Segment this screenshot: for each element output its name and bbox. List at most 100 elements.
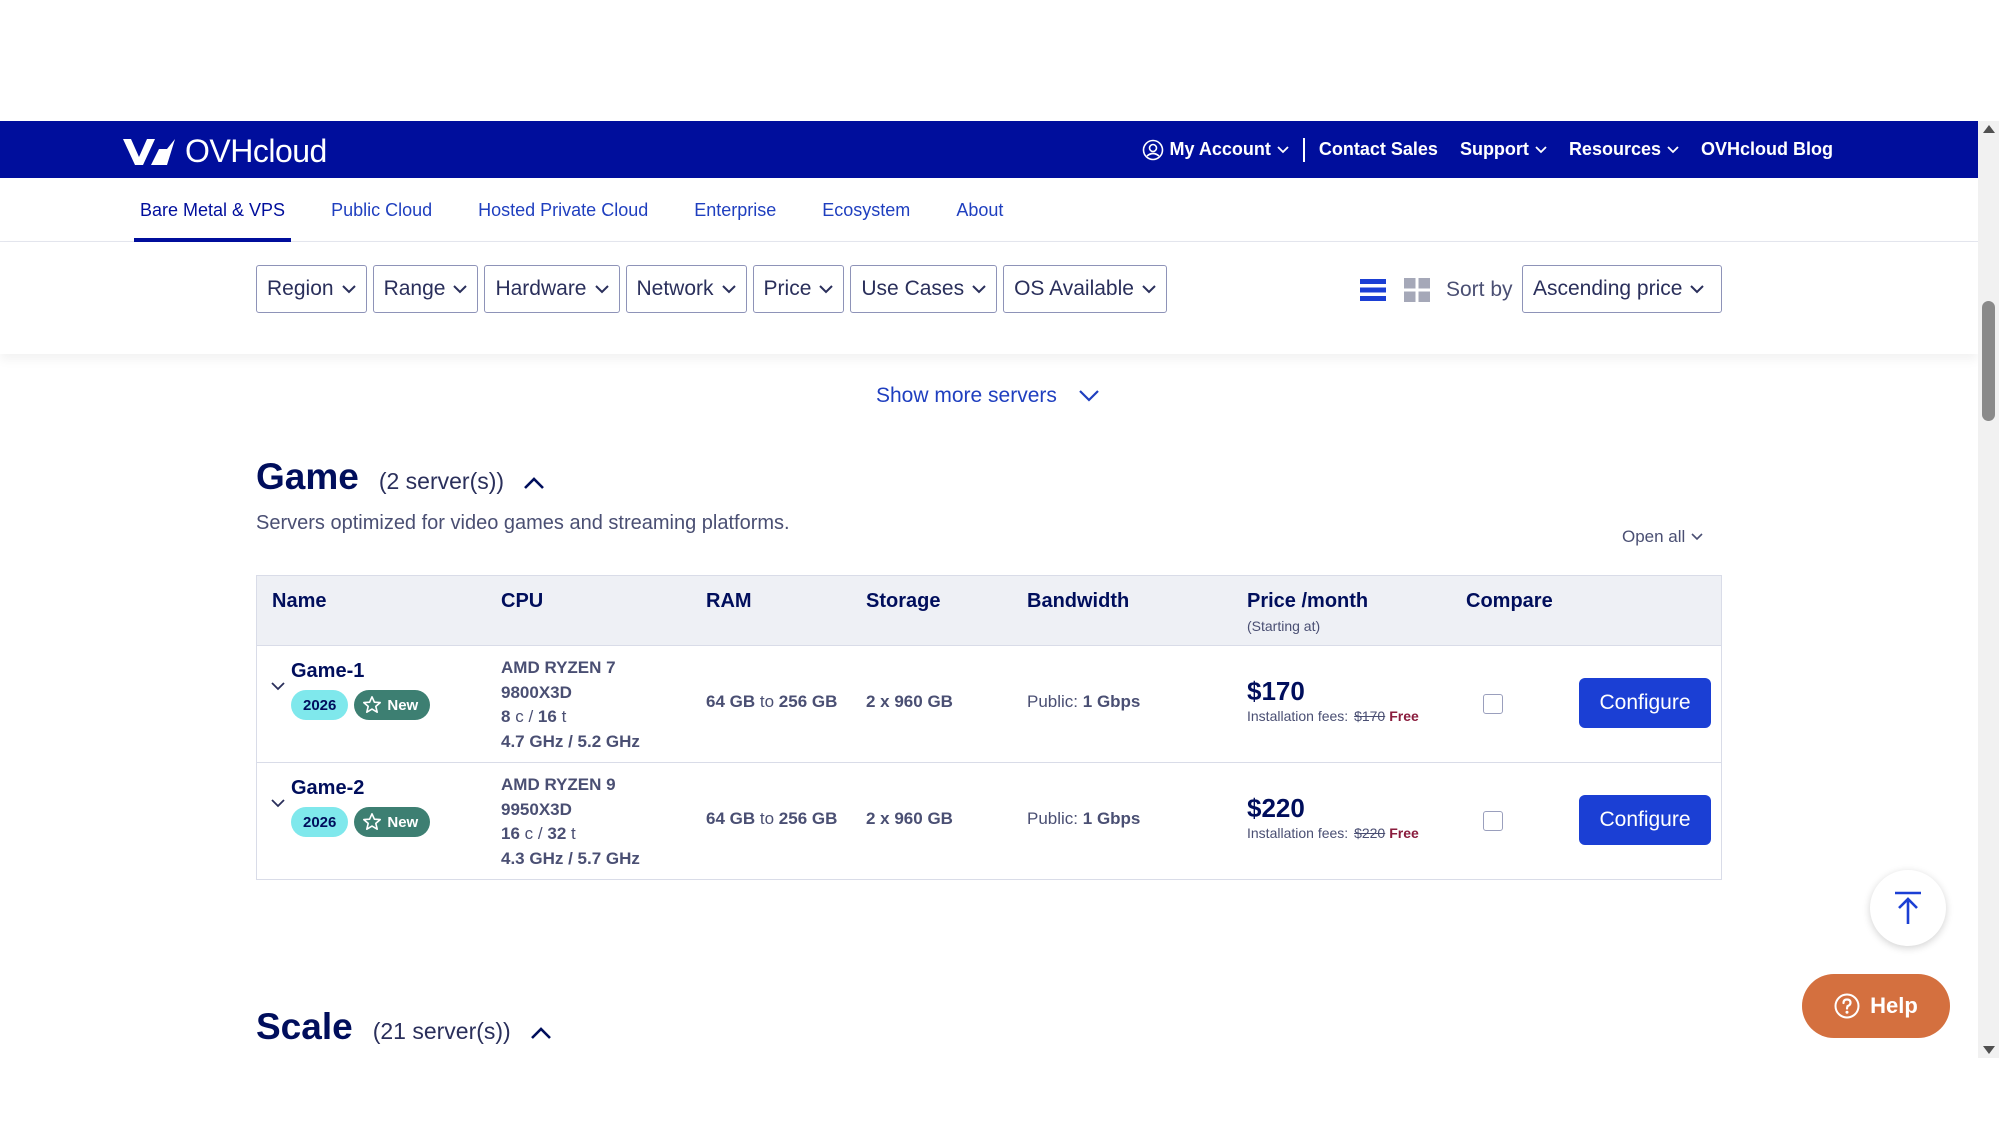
scroll-down-arrow[interactable] <box>1983 1046 1995 1054</box>
cpu-cell: AMD RYZEN 7 9800X3D 8 c / 16 t 4.7 GHz /… <box>501 656 640 754</box>
tab-public-cloud[interactable]: Public Cloud <box>325 178 438 242</box>
cpu-cores: 8 <box>501 707 511 726</box>
filter-network-button[interactable]: Network <box>625 265 747 313</box>
filter-use-cases-button[interactable]: Use Cases <box>850 265 998 313</box>
cpu-frequency: 4.7 GHz / 5.2 GHz <box>501 731 640 751</box>
bandwidth-cell: Public: 1 Gbps <box>1027 692 1140 712</box>
list-view-icon[interactable] <box>1360 278 1386 302</box>
cpu-threads: 32 <box>547 824 567 843</box>
fee-label: Installation fees: <box>1247 825 1349 841</box>
filter-label: Hardware <box>495 277 587 300</box>
filter-label: Price <box>763 277 812 300</box>
tab-bare-metal-vps[interactable]: Bare Metal & VPS <box>134 178 292 242</box>
cpu-model-line2: 9950X3D <box>501 799 572 819</box>
my-account-label: My Account <box>1169 139 1271 159</box>
ovhcloud-logo[interactable]: OVHcloud <box>121 133 327 170</box>
ram-min: 64 GB <box>706 809 756 828</box>
column-header-cpu: CPU <box>501 590 544 612</box>
server-name[interactable]: Game-2 <box>291 777 364 800</box>
filter-buttons: Region Range Hardware Network Price Use … <box>256 265 1167 313</box>
price-value: $170 <box>1247 676 1305 706</box>
show-more-servers-button[interactable]: Show more servers <box>876 384 1099 408</box>
fee-old: $170 <box>1354 708 1386 724</box>
installation-fees: Installation fees: $220 Free <box>1247 825 1419 841</box>
filter-hardware-button[interactable]: Hardware <box>484 265 620 313</box>
filter-label: OS Available <box>1014 277 1134 300</box>
grid-view-icon[interactable] <box>1404 278 1430 302</box>
show-more-label: Show more servers <box>876 384 1057 407</box>
configure-button[interactable]: Configure <box>1579 678 1711 728</box>
help-button[interactable]: Help <box>1802 974 1950 1038</box>
tab-about[interactable]: About <box>950 178 1009 242</box>
expand-chevron-down-icon[interactable] <box>271 682 285 692</box>
cpu-model-line1: AMD RYZEN 9 <box>501 775 616 794</box>
scrollbar[interactable] <box>1978 121 1999 1058</box>
bandwidth-label: Public: <box>1027 809 1079 828</box>
resources-menu[interactable]: Resources <box>1569 139 1679 160</box>
back-to-top-button[interactable] <box>1870 870 1946 946</box>
filter-region-button[interactable]: Region <box>256 265 367 313</box>
cpu-threads: 16 <box>537 707 557 726</box>
chevron-down-icon <box>1079 390 1099 402</box>
price-value: $220 <box>1247 793 1305 823</box>
scroll-up-arrow[interactable] <box>1983 125 1995 133</box>
ram-min: 64 GB <box>706 692 756 711</box>
year-badge: 2026 <box>291 807 349 837</box>
expand-chevron-down-icon[interactable] <box>271 799 285 809</box>
collapse-chevron-up-icon[interactable] <box>530 1027 551 1039</box>
support-menu[interactable]: Support <box>1460 139 1547 160</box>
section-title: Game <box>256 456 359 497</box>
ram-cell: 64 GB to 256 GB <box>706 809 837 829</box>
compare-checkbox[interactable] <box>1483 811 1503 831</box>
blog-label: OVHcloud Blog <box>1701 139 1833 159</box>
configure-button[interactable]: Configure <box>1579 795 1711 845</box>
compare-checkbox[interactable] <box>1483 694 1503 714</box>
scrollbar-thumb[interactable] <box>1982 301 1995 421</box>
section-description: Servers optimized for video games and st… <box>256 512 790 534</box>
table-header: Name CPU RAM Storage Bandwidth Price /mo… <box>257 576 1721 645</box>
fee-label: Installation fees: <box>1247 708 1349 724</box>
slash: / <box>537 824 543 843</box>
bandwidth-label: Public: <box>1027 692 1079 711</box>
sort-value: Ascending price <box>1533 277 1683 300</box>
chevron-down-icon <box>1690 284 1705 293</box>
bandwidth-cell: Public: 1 Gbps <box>1027 809 1140 829</box>
filter-label: Network <box>636 277 714 300</box>
new-badge: New <box>354 807 431 837</box>
filter-bar: Region Range Hardware Network Price Use … <box>0 242 1978 354</box>
my-account-menu[interactable]: My Account <box>1142 139 1289 161</box>
contact-sales-link[interactable]: Contact Sales <box>1319 139 1438 160</box>
help-label: Help <box>1870 993 1918 1018</box>
cpu-cores-threads: 16 c / 32 t <box>501 822 640 847</box>
ram-cell: 64 GB to 256 GB <box>706 692 837 712</box>
price-cell: $170 Installation fees: $170 Free <box>1247 676 1419 724</box>
tab-hosted-private-cloud[interactable]: Hosted Private Cloud <box>472 178 654 242</box>
section-count: (21 server(s)) <box>372 1018 511 1044</box>
table-row: Game-2 2026 New AMD RYZEN 9 9950X3D 16 c… <box>257 762 1721 879</box>
filter-price-button[interactable]: Price <box>752 265 845 313</box>
sort-select[interactable]: Ascending price <box>1522 265 1722 313</box>
filter-range-button[interactable]: Range <box>372 265 479 313</box>
contact-sales-label: Contact Sales <box>1318 139 1438 159</box>
filter-os-available-button[interactable]: OS Available <box>1003 265 1167 313</box>
top-nav-links: My Account Contact Sales Support Resourc… <box>1142 121 1833 178</box>
chevron-down-icon <box>594 284 609 293</box>
bandwidth-value: 1 Gbps <box>1082 692 1141 711</box>
ram-max: 256 GB <box>778 809 838 828</box>
tab-ecosystem[interactable]: Ecosystem <box>816 178 916 242</box>
scale-section-header: Scale (21 server(s)) <box>256 1006 551 1048</box>
tab-enterprise[interactable]: Enterprise <box>688 178 782 242</box>
question-circle-icon <box>1834 993 1860 1019</box>
collapse-chevron-up-icon[interactable] <box>524 477 544 489</box>
open-all-button[interactable]: Open all <box>1622 527 1703 547</box>
threads-unit: t <box>571 824 576 843</box>
section-title: Scale <box>256 1006 353 1047</box>
star-icon <box>363 696 382 713</box>
slash: / <box>528 707 534 726</box>
chevron-down-icon <box>721 284 736 293</box>
blog-link[interactable]: OVHcloud Blog <box>1701 139 1833 160</box>
server-name[interactable]: Game-1 <box>291 660 364 683</box>
filter-label: Range <box>383 277 446 300</box>
storage-cell: 2 x 960 GB <box>866 809 953 829</box>
ram-to: to <box>759 692 775 711</box>
